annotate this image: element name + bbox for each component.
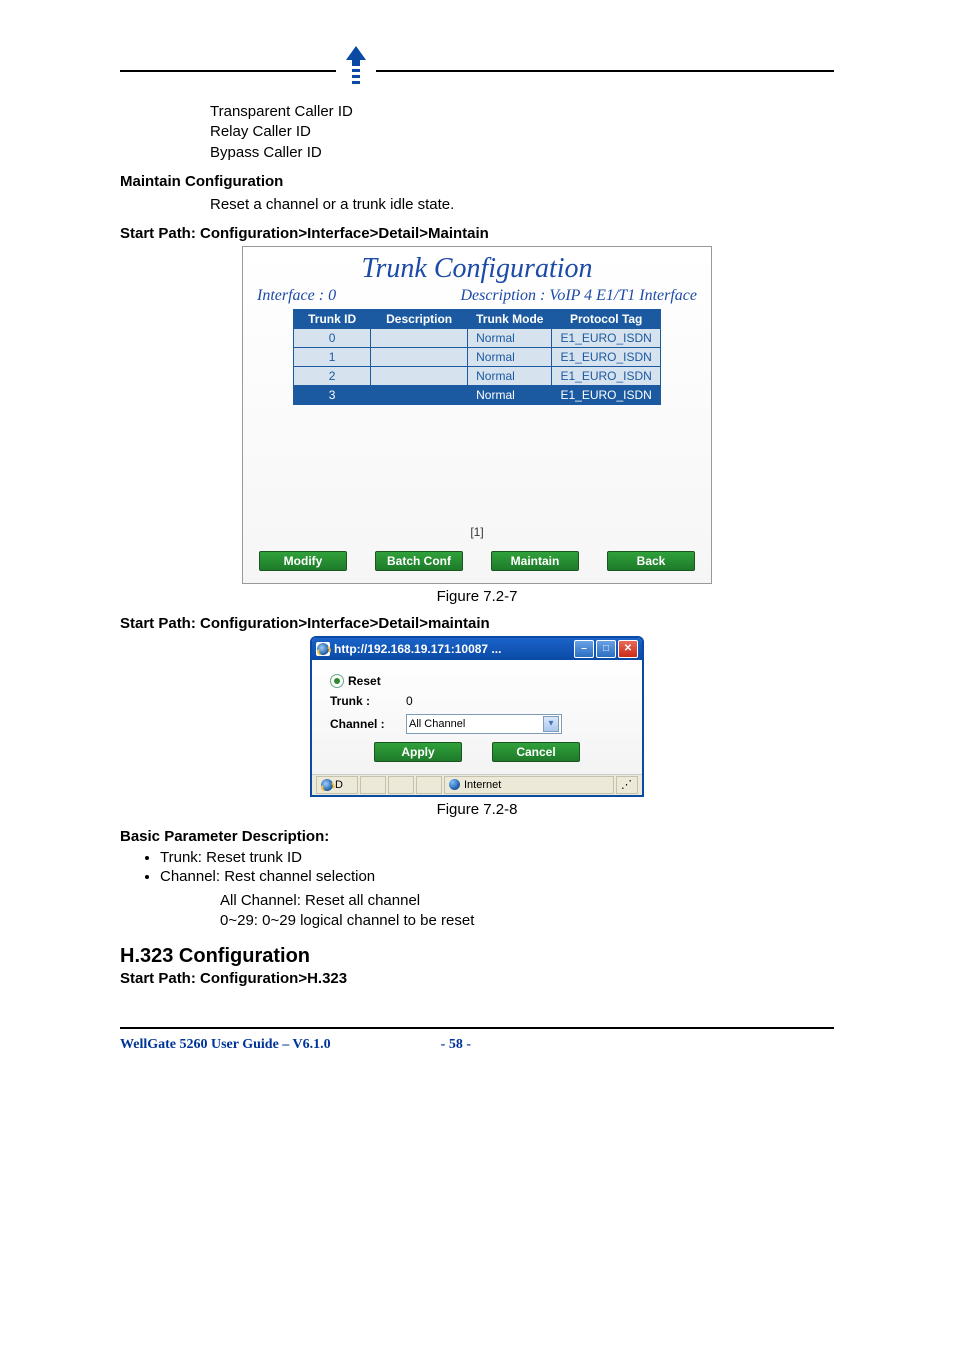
- cell-mode: Normal: [468, 328, 552, 347]
- table-row[interactable]: 1 Normal E1_EURO_ISDN: [294, 347, 661, 366]
- cell-tag: E1_EURO_ISDN: [552, 385, 660, 404]
- status-done: D: [316, 776, 358, 794]
- status-zone: Internet: [444, 776, 614, 794]
- window-title: http://192.168.19.171:10087 ...: [334, 642, 572, 656]
- maintain-config-heading: Maintain Configuration: [120, 173, 834, 190]
- sub-item: 0~29: 0~29 logical channel to be reset: [220, 911, 834, 931]
- h323-path: Start Path: Configuration>H.323: [120, 970, 834, 987]
- cell-tag: E1_EURO_ISDN: [552, 328, 660, 347]
- cancel-button[interactable]: Cancel: [492, 742, 580, 762]
- cell-mode: Normal: [468, 385, 552, 404]
- cell-desc: [371, 328, 468, 347]
- interface-label: Interface : 0: [257, 287, 336, 305]
- brand-logo-icon: [336, 44, 376, 88]
- modify-button[interactable]: Modify: [259, 551, 347, 571]
- th-trunk-mode: Trunk Mode: [468, 309, 552, 328]
- text: Bypass Caller ID: [210, 143, 834, 163]
- maintain-button[interactable]: Maintain: [491, 551, 579, 571]
- fig-maintain-popup: http://192.168.19.171:10087 ... – □ ✕ Re…: [310, 636, 644, 797]
- minimize-button[interactable]: –: [574, 640, 594, 658]
- table-row[interactable]: 2 Normal E1_EURO_ISDN: [294, 366, 661, 385]
- th-description: Description: [371, 309, 468, 328]
- basic-param-heading: Basic Parameter Description:: [120, 828, 834, 845]
- footer-left: WellGate 5260 User Guide – V6.1.0: [120, 1037, 331, 1053]
- back-button[interactable]: Back: [607, 551, 695, 571]
- status-seg: [388, 776, 414, 794]
- start-path-2: Start Path: Configuration>Interface>Deta…: [120, 615, 834, 632]
- trunk-config-title: Trunk Configuration: [243, 247, 711, 287]
- apply-button[interactable]: Apply: [374, 742, 462, 762]
- trunk-label: Trunk :: [330, 694, 400, 708]
- list-item: Channel: Rest channel selection: [160, 868, 834, 885]
- cell-id: 2: [294, 366, 371, 385]
- param-list: Trunk: Reset trunk ID Channel: Rest chan…: [160, 849, 834, 885]
- pager: [1]: [243, 525, 711, 539]
- text: Transparent Caller ID: [210, 102, 834, 122]
- sub-item: All Channel: Reset all channel: [220, 891, 834, 911]
- resize-grip-icon: ⋰: [616, 776, 638, 794]
- status-seg: [360, 776, 386, 794]
- channel-select[interactable]: All Channel ▾: [406, 714, 562, 734]
- fig-trunk-configuration: Trunk Configuration Interface : 0 Descri…: [242, 246, 712, 584]
- channel-select-value: All Channel: [409, 718, 465, 730]
- cell-mode: Normal: [468, 347, 552, 366]
- figure-caption-727: Figure 7.2-7: [120, 588, 834, 605]
- reset-label: Reset: [348, 674, 381, 688]
- cell-id: 3: [294, 385, 371, 404]
- close-button[interactable]: ✕: [618, 640, 638, 658]
- status-seg: [416, 776, 442, 794]
- channel-label: Channel :: [330, 717, 400, 731]
- table-row[interactable]: 3 Normal E1_EURO_ISDN: [294, 385, 661, 404]
- maintain-desc: Reset a channel or a trunk idle state.: [210, 194, 834, 215]
- cell-desc: [371, 385, 468, 404]
- cell-tag: E1_EURO_ISDN: [552, 366, 660, 385]
- figure-caption-728: Figure 7.2-8: [120, 801, 834, 818]
- table-row[interactable]: 0 Normal E1_EURO_ISDN: [294, 328, 661, 347]
- th-trunk-id: Trunk ID: [294, 309, 371, 328]
- maximize-button[interactable]: □: [596, 640, 616, 658]
- trunk-table: Trunk ID Description Trunk Mode Protocol…: [293, 309, 661, 405]
- footer-page: - 58 -: [441, 1037, 471, 1053]
- cell-id: 1: [294, 347, 371, 366]
- caller-id-list: Transparent Caller ID Relay Caller ID By…: [210, 102, 834, 163]
- chevron-down-icon: ▾: [543, 716, 559, 732]
- h323-heading: H.323 Configuration: [120, 945, 834, 968]
- start-path-1: Start Path: Configuration>Interface>Deta…: [120, 225, 834, 242]
- cell-id: 0: [294, 328, 371, 347]
- text: Relay Caller ID: [210, 122, 834, 142]
- cell-desc: [371, 366, 468, 385]
- internet-icon: [449, 779, 460, 790]
- cell-desc: [371, 347, 468, 366]
- batch-conf-button[interactable]: Batch Conf: [375, 551, 463, 571]
- cell-mode: Normal: [468, 366, 552, 385]
- th-protocol-tag: Protocol Tag: [552, 309, 660, 328]
- trunk-value: 0: [406, 694, 413, 708]
- ie-page-icon: [316, 642, 330, 656]
- list-item: Trunk: Reset trunk ID: [160, 849, 834, 866]
- status-bar: D Internet ⋰: [312, 774, 642, 795]
- cell-tag: E1_EURO_ISDN: [552, 347, 660, 366]
- window-titlebar: http://192.168.19.171:10087 ... – □ ✕: [312, 638, 642, 660]
- reset-radio[interactable]: [330, 674, 344, 688]
- description-label: Description : VoIP 4 E1/T1 Interface: [460, 287, 697, 305]
